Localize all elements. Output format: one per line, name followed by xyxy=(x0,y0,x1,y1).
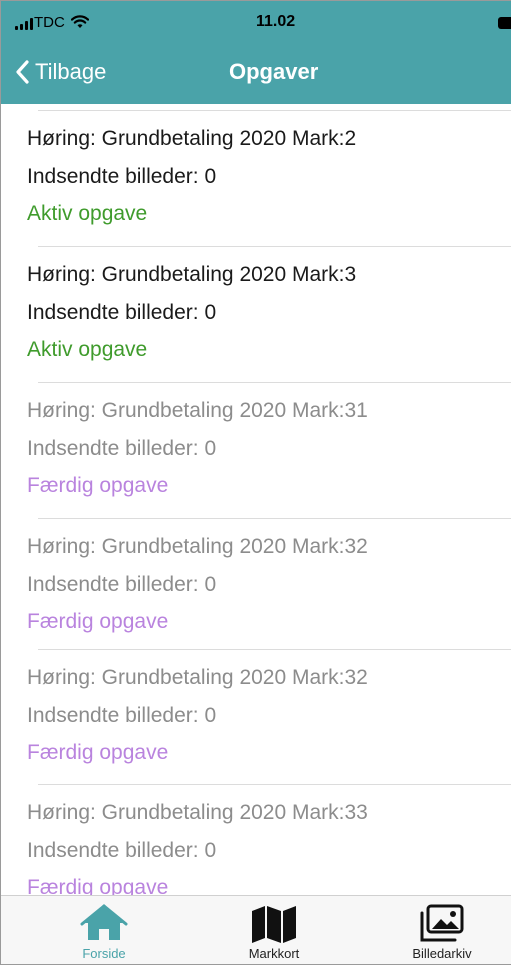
battery-icon xyxy=(498,17,511,29)
row-divider xyxy=(38,649,511,650)
task-title: Høring: Grundbetaling 2020 Mark:31 xyxy=(27,399,368,422)
app-frame: TDC 11.02 Tilbage Opgaver Høring: Grundb… xyxy=(0,0,511,965)
home-icon xyxy=(80,904,128,940)
gallery-icon xyxy=(420,904,464,942)
task-images-count: Indsendte billeder: 0 xyxy=(27,165,217,188)
task-row[interactable]: Høring: Grundbetaling 2020 Mark:32 Indse… xyxy=(1,649,511,785)
task-status: Færdig opgave xyxy=(27,610,169,633)
nav-bar: Tilbage Opgaver xyxy=(1,45,511,104)
tab-billedarkiv[interactable]: Billedarkiv xyxy=(357,896,511,964)
tab-forside[interactable]: Forside xyxy=(19,896,189,964)
task-title: Høring: Grundbetaling 2020 Mark:2 xyxy=(27,127,357,150)
wifi-icon xyxy=(71,15,89,28)
task-images-count: Indsendte billeder: 0 xyxy=(27,301,217,324)
tab-label: Billedarkiv xyxy=(412,946,472,961)
chevron-left-icon xyxy=(16,60,29,84)
row-divider xyxy=(38,246,511,247)
task-status: Færdig opgave xyxy=(27,741,169,764)
row-divider xyxy=(38,784,511,785)
signal-icon xyxy=(15,18,33,30)
task-row[interactable]: Høring: Grundbetaling 2020 Mark:33 Indse… xyxy=(1,784,511,895)
task-title: Høring: Grundbetaling 2020 Mark:3 xyxy=(27,263,357,286)
tab-label: Markkort xyxy=(248,946,300,961)
task-row[interactable]: Høring: Grundbetaling 2020 Mark:31 Indse… xyxy=(1,382,511,518)
status-time: 11.02 xyxy=(256,13,296,30)
task-images-count: Indsendte billeder: 0 xyxy=(27,839,217,862)
task-images-count: Indsendte billeder: 0 xyxy=(27,573,217,596)
status-bar: TDC 11.02 xyxy=(1,1,511,45)
back-label: Tilbage xyxy=(35,59,107,84)
task-title: Høring: Grundbetaling 2020 Mark:32 xyxy=(27,666,368,689)
row-divider xyxy=(38,382,511,383)
row-divider xyxy=(38,110,511,111)
task-row[interactable]: Høring: Grundbetaling 2020 Mark:32 Indse… xyxy=(1,518,511,654)
page-title: Opgaver xyxy=(229,59,319,84)
back-button[interactable]: Tilbage xyxy=(15,59,106,85)
tab-label: Forside xyxy=(82,946,126,961)
task-list[interactable]: Høring: Grundbetaling 2020 Mark:2 Indsen… xyxy=(1,104,511,895)
task-row[interactable]: Høring: Grundbetaling 2020 Mark:2 Indsen… xyxy=(1,110,511,246)
header: TDC 11.02 Tilbage Opgaver xyxy=(1,1,511,104)
task-row[interactable]: Høring: Grundbetaling 2020 Mark:3 Indsen… xyxy=(1,246,511,382)
task-images-count: Indsendte billeder: 0 xyxy=(27,704,217,727)
tab-markkort[interactable]: Markkort xyxy=(189,896,359,964)
task-status: Færdig opgave xyxy=(27,876,169,895)
task-status: Færdig opgave xyxy=(27,474,169,497)
task-status: Aktiv opgave xyxy=(27,338,148,361)
task-title: Høring: Grundbetaling 2020 Mark:33 xyxy=(27,801,368,824)
task-images-count: Indsendte billeder: 0 xyxy=(27,437,217,460)
tab-bar: Forside Markkort Billedarkiv xyxy=(1,895,511,964)
task-title: Høring: Grundbetaling 2020 Mark:32 xyxy=(27,535,368,558)
task-status: Aktiv opgave xyxy=(27,202,148,225)
carrier-label: TDC xyxy=(34,14,65,31)
row-divider xyxy=(38,518,511,519)
map-icon xyxy=(252,906,296,943)
